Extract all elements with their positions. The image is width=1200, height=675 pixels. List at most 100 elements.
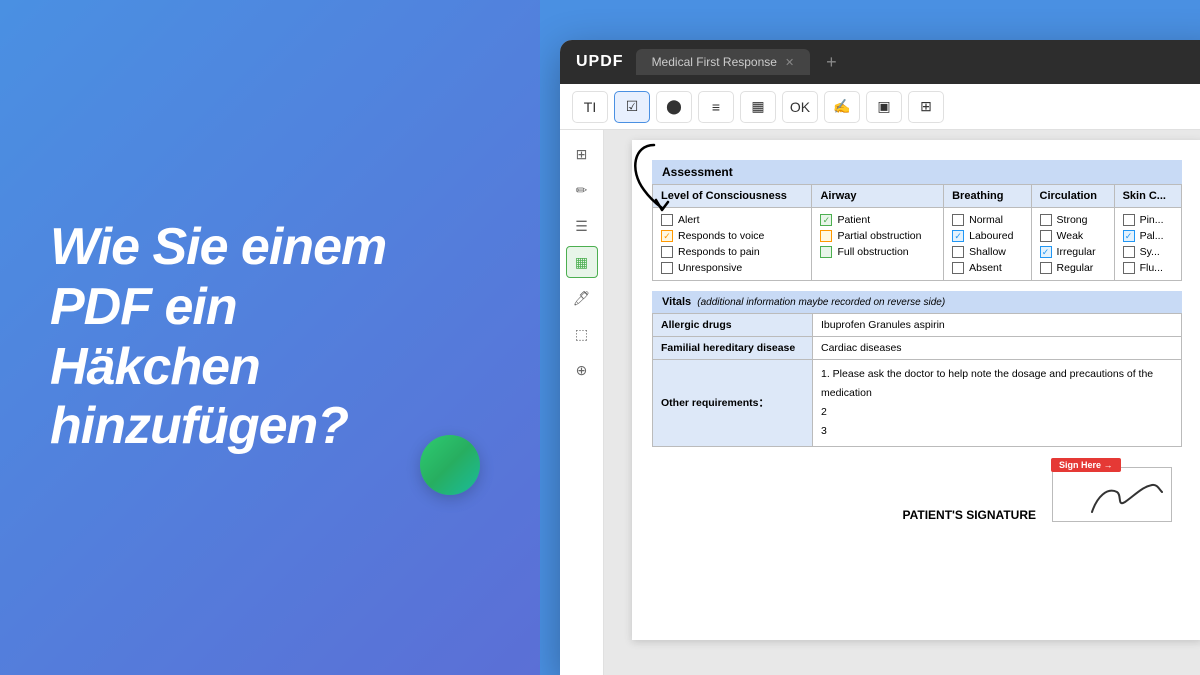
pdf-viewer[interactable]: Assessment Level of Consciousness Airway… [604, 130, 1200, 675]
loc-unresponsive-label: Unresponsive [678, 262, 742, 274]
signature-box[interactable]: Sign Here → [1052, 467, 1172, 522]
left-panel: Wie Sie einem PDF ein Häkchen hinzufügen… [0, 0, 540, 675]
toolbar: TI ☑ ⬤ ≡ ▦ OK ✍ ▣ ⊞ [560, 84, 1200, 130]
new-tab-icon[interactable]: + [826, 52, 837, 73]
sidebar-icon-4[interactable]: ▦ [566, 246, 598, 278]
breathing-shallow-checkbox[interactable] [952, 246, 964, 258]
circulation-cell: Strong Weak ✓ Irregular [1031, 208, 1114, 281]
checkbox-tool-button[interactable]: ☑ [614, 91, 650, 123]
airway-patient-label: Patient [837, 214, 870, 226]
loc-unresponsive-row: Unresponsive [661, 260, 803, 276]
sidebar-icon-2[interactable]: ✏ [566, 174, 598, 206]
grid-tool-button[interactable]: ▦ [740, 91, 776, 123]
loc-voice-checkbox[interactable]: ✓ [661, 230, 673, 242]
breathing-normal-label: Normal [969, 214, 1003, 226]
skin-row4: Flu... [1123, 260, 1173, 276]
breathing-absent-row: Absent [952, 260, 1022, 276]
sidebar-icon-1[interactable]: ⊞ [566, 138, 598, 170]
vitals-familial-value: Cardiac diseases [813, 337, 1182, 360]
skin-cb2[interactable]: ✓ [1123, 230, 1135, 242]
skin-label4: Flu... [1140, 262, 1163, 274]
skin-row2: ✓ Pal... [1123, 228, 1173, 244]
vitals-table: Allergic drugs Ibuprofen Granules aspiri… [652, 313, 1182, 447]
vitals-row-allergic: Allergic drugs Ibuprofen Granules aspiri… [653, 314, 1182, 337]
sidebar-icon-3[interactable]: ☰ [566, 210, 598, 242]
text-tool-button[interactable]: TI [572, 91, 608, 123]
app-window: UPDF Medical First Response ✕ + TI ☑ ⬤ ≡… [560, 40, 1200, 675]
airway-patient-row: ✓ Patient [820, 212, 935, 228]
tab-close-icon[interactable]: ✕ [785, 56, 794, 69]
loc-pain-label: Responds to pain [678, 246, 760, 258]
airway-patient-checkbox[interactable]: ✓ [820, 214, 832, 226]
breathing-laboured-label: Laboured [969, 230, 1013, 242]
skin-row1: Pin... [1123, 212, 1173, 228]
signature-svg [1087, 477, 1167, 517]
list-tool-button[interactable]: ≡ [698, 91, 734, 123]
col-circulation: Circulation [1031, 185, 1114, 208]
col-breathing: Breathing [944, 185, 1031, 208]
radio-tool-button[interactable]: ⬤ [656, 91, 692, 123]
col-airway: Airway [812, 185, 944, 208]
patient-signature-label: PATIENT'S SIGNATURE [902, 508, 1036, 522]
signature-button[interactable]: ✍ [824, 91, 860, 123]
assessment-section-title: Assessment [652, 160, 1182, 184]
circ-strong-checkbox[interactable] [1040, 214, 1052, 226]
orb-decoration [420, 435, 480, 495]
circ-irregular-checkbox[interactable]: ✓ [1040, 246, 1052, 258]
breathing-cell: Normal ✓ Laboured Shallow [944, 208, 1031, 281]
skin-cb3[interactable] [1123, 246, 1135, 258]
loc-pain-row: Responds to pain [661, 244, 803, 260]
assessment-table: Level of Consciousness Airway Breathing … [652, 184, 1182, 281]
ok-button[interactable]: OK [782, 91, 818, 123]
signature-area: PATIENT'S SIGNATURE Sign Here → [652, 467, 1182, 522]
vitals-row-familial: Familial hereditary disease Cardiac dise… [653, 337, 1182, 360]
right-panel: UPDF Medical First Response ✕ + TI ☑ ⬤ ≡… [540, 0, 1200, 675]
breathing-normal-checkbox[interactable] [952, 214, 964, 226]
layout-button[interactable]: ⊞ [908, 91, 944, 123]
breathing-laboured-checkbox[interactable]: ✓ [952, 230, 964, 242]
circ-strong-label: Strong [1057, 214, 1088, 226]
airway-partial-row: Partial obstruction [820, 228, 935, 244]
sidebar-icon-7[interactable]: ⊕ [566, 354, 598, 386]
col-skin: Skin C... [1114, 185, 1181, 208]
skin-label1: Pin... [1140, 214, 1164, 226]
vitals-other-line2: 2 [821, 403, 1173, 422]
circ-regular-label: Regular [1057, 262, 1094, 274]
skin-label2: Pal... [1140, 230, 1164, 242]
circ-weak-label: Weak [1057, 230, 1084, 242]
vitals-section: Vitals (additional information maybe rec… [652, 291, 1182, 447]
loc-pain-checkbox[interactable] [661, 246, 673, 258]
breathing-shallow-row: Shallow [952, 244, 1022, 260]
circ-weak-row: Weak [1040, 228, 1106, 244]
headline: Wie Sie einem PDF ein Häkchen hinzufügen… [50, 218, 490, 457]
circ-irregular-row: ✓ Irregular [1040, 244, 1106, 260]
airway-cell: ✓ Patient Partial obstruction [812, 208, 944, 281]
skin-cb4[interactable] [1123, 262, 1135, 274]
circ-weak-checkbox[interactable] [1040, 230, 1052, 242]
circ-regular-checkbox[interactable] [1040, 262, 1052, 274]
vitals-row-other: Other requirements： 1. Please ask the do… [653, 360, 1182, 447]
loc-voice-label: Responds to voice [678, 230, 764, 242]
airway-full-checkbox[interactable] [820, 246, 832, 258]
skin-row3: Sy... [1123, 244, 1173, 260]
skin-label3: Sy... [1140, 246, 1160, 258]
breathing-absent-checkbox[interactable] [952, 262, 964, 274]
vitals-other-label: Other requirements： [653, 360, 813, 447]
square-tool-button[interactable]: ▣ [866, 91, 902, 123]
breathing-normal-row: Normal [952, 212, 1022, 228]
sidebar-icon-5[interactable]: 🖊 [566, 282, 598, 314]
title-bar: UPDF Medical First Response ✕ + [560, 40, 1200, 84]
circ-regular-row: Regular [1040, 260, 1106, 276]
app-tab[interactable]: Medical First Response ✕ [636, 49, 811, 75]
sidebar-icon-6[interactable]: ⬚ [566, 318, 598, 350]
loc-unresponsive-checkbox[interactable] [661, 262, 673, 274]
app-logo: UPDF [576, 53, 624, 71]
sidebar: ⊞ ✏ ☰ ▦ 🖊 ⬚ ⊕ [560, 130, 604, 675]
breathing-laboured-row: ✓ Laboured [952, 228, 1022, 244]
airway-full-row: Full obstruction [820, 244, 935, 260]
vitals-other-line1: 1. Please ask the doctor to help note th… [821, 365, 1173, 403]
skin-cb1[interactable] [1123, 214, 1135, 226]
vitals-other-value: 1. Please ask the doctor to help note th… [813, 360, 1182, 447]
airway-partial-checkbox[interactable] [820, 230, 832, 242]
vitals-title: Vitals (additional information maybe rec… [652, 291, 1182, 313]
